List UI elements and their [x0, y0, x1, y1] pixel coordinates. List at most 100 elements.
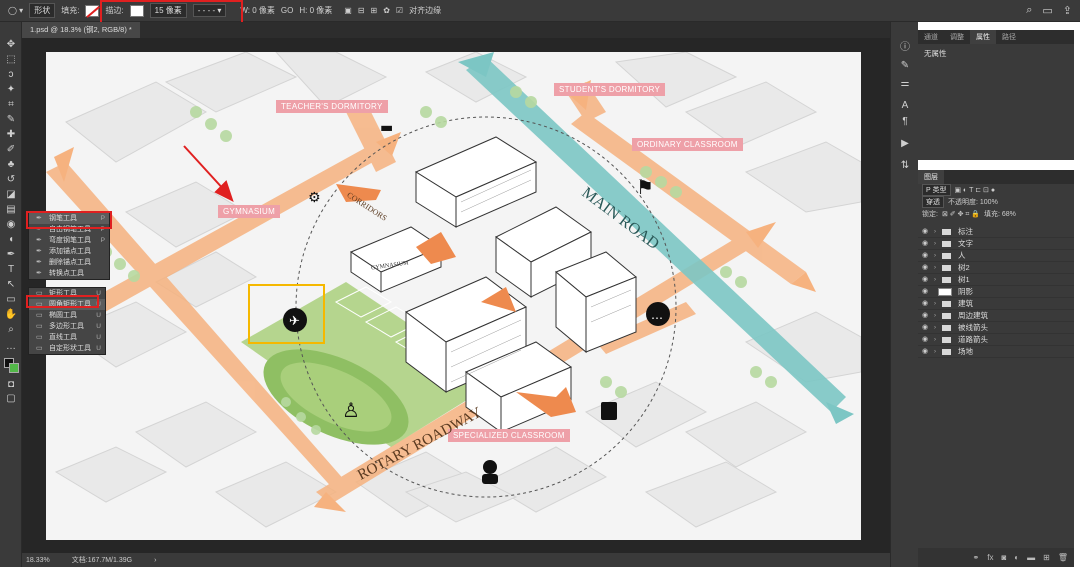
layer-filter-select[interactable]: P 类型 — [922, 184, 951, 196]
character-icon[interactable]: A — [898, 100, 912, 114]
more-tools-icon[interactable]: … — [3, 340, 19, 354]
expand-arrow-icon[interactable]: › — [934, 262, 936, 274]
quick-mask-icon[interactable]: ◘ — [3, 378, 19, 392]
flyout-item[interactable]: ▭ 直线工具 U — [29, 332, 105, 343]
expand-arrow-icon[interactable]: › — [934, 310, 936, 322]
visibility-eye-icon[interactable]: ◉ — [922, 346, 928, 358]
properties-tab[interactable]: 路径 — [996, 30, 1022, 44]
adjustment-layer-icon[interactable]: ◐ — [1014, 553, 1019, 562]
path-ops-icon[interactable]: ▣ — [344, 6, 352, 15]
blend-mode-select[interactable]: 穿透 — [922, 196, 944, 208]
expand-arrow-icon[interactable]: › — [934, 298, 936, 310]
layer-row[interactable]: ◉ 阴影 — [918, 286, 1074, 298]
layer-row[interactable]: ◉ › 树1 — [918, 274, 1074, 286]
paragraph-icon[interactable]: ¶ — [898, 116, 912, 130]
expand-arrow-icon[interactable]: › — [934, 250, 936, 262]
flyout-item[interactable]: ✒ 删除锚点工具 — [29, 257, 109, 268]
path-select-icon[interactable]: ↖ — [3, 278, 19, 292]
visibility-eye-icon[interactable]: ◉ — [922, 334, 928, 346]
expand-arrow-icon[interactable]: › — [934, 226, 936, 238]
search-icon[interactable]: ⌕ — [1026, 4, 1032, 17]
info-icon[interactable]: ⓘ — [898, 38, 912, 53]
shape-mode-select[interactable]: 形状 — [29, 3, 56, 18]
flyout-item[interactable]: ✒ 添加锚点工具 — [29, 246, 109, 257]
layer-row[interactable]: ◉ › 周边建筑 — [918, 310, 1074, 322]
opacity-field[interactable]: 不透明度: 100% — [948, 197, 998, 207]
fill-swatch[interactable] — [85, 4, 100, 17]
eraser-tool-icon[interactable]: ◪ — [3, 188, 19, 202]
visibility-eye-icon[interactable]: ◉ — [922, 310, 928, 322]
layer-row[interactable]: ◉ › 场地 — [918, 346, 1074, 358]
expand-arrow-icon[interactable]: › — [934, 274, 936, 286]
width-field[interactable]: W: 0 像素 — [240, 5, 275, 16]
zoom-level[interactable]: 18.33% — [26, 557, 50, 564]
path-align-icon[interactable]: ⊟ — [358, 6, 365, 15]
document-canvas[interactable]: ✈ … ⚑ ♙ ▬ ⚙ TEACHER'S DORMITORY STUDENT'… — [46, 52, 861, 540]
tab-layers[interactable]: 图层 — [918, 170, 944, 184]
history-brush-icon[interactable]: ↺ — [3, 173, 19, 187]
flyout-item[interactable]: ✒ 转换点工具 — [29, 268, 109, 279]
lock-icons[interactable]: ⊠ ✐ ✥ ⌗ 🔒 — [942, 210, 980, 219]
filter-icons[interactable]: ▣ ◐ T ⊏ ⊡ ● — [955, 186, 996, 194]
expand-arrow-icon[interactable]: › — [934, 346, 936, 358]
layer-row[interactable]: ◉ › 文字 — [918, 238, 1074, 250]
visibility-eye-icon[interactable]: ◉ — [922, 262, 928, 274]
history-icon[interactable]: ⇅ — [898, 160, 912, 174]
brush-tool-icon[interactable]: ✐ — [3, 143, 19, 157]
properties-tab[interactable]: 属性 — [970, 30, 996, 44]
gradient-tool-icon[interactable]: ▤ — [3, 203, 19, 217]
new-layer-icon[interactable]: ⊞ — [1043, 553, 1050, 562]
layer-row[interactable]: ◉ › 人 — [918, 250, 1074, 262]
type-tool-icon[interactable]: T — [3, 263, 19, 277]
flyout-item[interactable]: ▭ 多边形工具 U — [29, 321, 105, 332]
link-layers-icon[interactable]: ⚭ — [973, 553, 980, 562]
blur-tool-icon[interactable]: ◉ — [3, 218, 19, 232]
flyout-item[interactable]: ▭ 椭圆工具 U — [29, 310, 105, 321]
eyedropper-icon[interactable]: ✎ — [3, 113, 19, 127]
expand-arrow-icon[interactable]: › — [934, 334, 936, 346]
background-color-swatch[interactable] — [9, 363, 19, 373]
adjust-sliders-icon[interactable]: ⚌ — [898, 78, 912, 92]
flyout-item[interactable]: ✒ 弯度钢笔工具 P — [29, 235, 109, 246]
trash-icon[interactable]: 🗑 — [1058, 553, 1068, 562]
align-edges-checkbox[interactable]: ☑ — [396, 6, 403, 15]
new-group-icon[interactable]: ▬ — [1027, 553, 1035, 562]
magic-wand-icon[interactable]: ✦ — [3, 83, 19, 97]
document-tab[interactable]: 1.psd @ 18.3% (钢2, RGB/8) * — [22, 22, 140, 38]
screen-mode-icon[interactable]: ▢ — [3, 392, 19, 406]
add-mask-icon[interactable]: ◙ — [1001, 553, 1006, 562]
expand-arrow-icon[interactable]: › — [934, 322, 936, 334]
visibility-eye-icon[interactable]: ◉ — [922, 226, 928, 238]
crop-tool-icon[interactable]: ⌗ — [3, 98, 19, 112]
dodge-tool-icon[interactable]: ◖ — [3, 233, 19, 247]
visibility-eye-icon[interactable]: ◉ — [922, 274, 928, 286]
marquee-tool-icon[interactable]: ⬚ — [3, 53, 19, 67]
layer-row[interactable]: ◉ › 标注 — [918, 226, 1074, 238]
visibility-eye-icon[interactable]: ◉ — [922, 238, 928, 250]
workspace-icon[interactable]: ▭ — [1042, 4, 1052, 17]
stamp-tool-icon[interactable]: ♣ — [3, 158, 19, 172]
shape-tool-icon[interactable]: ▭ — [3, 293, 19, 307]
visibility-eye-icon[interactable]: ◉ — [922, 286, 928, 298]
lasso-tool-icon[interactable]: ↄ — [3, 68, 19, 82]
flyout-item[interactable]: ▭ 自定形状工具 U — [29, 343, 105, 354]
layer-row[interactable]: ◉ › 道路箭头 — [918, 334, 1074, 346]
healing-brush-icon[interactable]: ✚ — [3, 128, 19, 142]
path-arrange-icon[interactable]: ⊞ — [371, 6, 378, 15]
brush-settings-icon[interactable]: ✎ — [898, 60, 912, 74]
share-icon[interactable]: ⇪ — [1063, 4, 1072, 17]
play-actions-icon[interactable]: ▶ — [898, 138, 912, 152]
layer-row[interactable]: ◉ › 被线箭头 — [918, 322, 1074, 334]
gear-icon[interactable]: ✿ — [383, 6, 390, 15]
link-icon[interactable]: GO — [281, 6, 293, 15]
fill-field[interactable]: 填充: 68% — [984, 209, 1016, 219]
canvas-area[interactable]: ✈ … ⚑ ♙ ▬ ⚙ TEACHER'S DORMITORY STUDENT'… — [22, 38, 890, 553]
fx-icon[interactable]: fx — [987, 553, 993, 562]
height-field[interactable]: H: 0 像素 — [299, 5, 332, 16]
status-arrow-icon[interactable]: › — [154, 557, 156, 564]
zoom-tool-icon[interactable]: ⌕ — [3, 323, 19, 337]
layer-row[interactable]: ◉ › 树2 — [918, 262, 1074, 274]
tool-preset-icon[interactable]: ◯ ▾ — [8, 6, 23, 15]
properties-tab[interactable]: 调整 — [944, 30, 970, 44]
move-tool-icon[interactable]: ✥ — [3, 38, 19, 52]
